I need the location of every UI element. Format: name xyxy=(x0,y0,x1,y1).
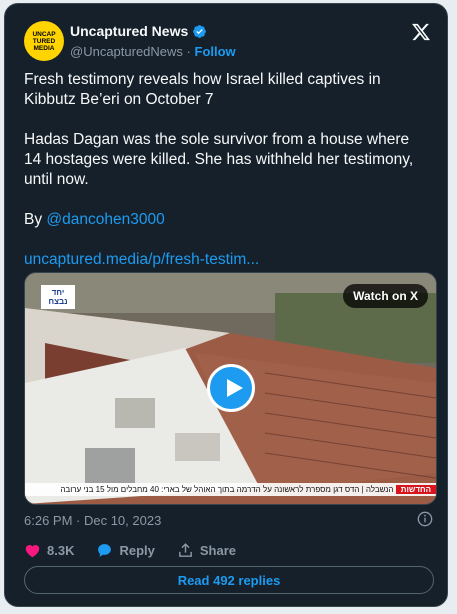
reply-bubble-icon xyxy=(98,544,112,557)
news-ticker: החדשות הנשבלה | הדס דגן מספרת לראשונה על… xyxy=(25,483,436,496)
play-button-icon[interactable] xyxy=(207,364,255,412)
video-thumbnail[interactable]: יחד נבצח Watch on X החדשות הנשבלה | הדס … xyxy=(24,272,437,505)
ticker-text: הנשבלה | הדס דגן מספרת לראשונה על הדרמה … xyxy=(60,485,394,494)
tweet-paragraph-1: Fresh testimony reveals how Israel kille… xyxy=(24,71,381,108)
reply-label: Reply xyxy=(119,543,155,558)
share-label: Share xyxy=(199,543,237,558)
author-name-row: Uncaptured News xyxy=(70,23,207,39)
mention-link[interactable]: @dancohen3000 xyxy=(46,211,164,228)
tweet-actions: 8.3K Reply Share xyxy=(24,542,258,559)
info-icon[interactable] xyxy=(417,511,433,527)
author-handle-row: @UncapturedNews · Follow xyxy=(70,44,236,59)
like-action[interactable]: 8.3K xyxy=(24,542,74,559)
tweet-text: Fresh testimony reveals how Israel kille… xyxy=(24,70,429,290)
tweet-byline: By @dancohen3000 xyxy=(24,210,429,230)
avatar-line-1: UNCAP xyxy=(32,30,56,38)
heart-icon xyxy=(25,545,40,558)
author-avatar[interactable]: UNCAP TURED MEDIA xyxy=(24,21,64,61)
x-logo-icon[interactable] xyxy=(411,22,431,42)
article-link[interactable]: uncaptured.media/p/fresh-testim... xyxy=(24,251,259,268)
avatar-line-3: MEDIA xyxy=(33,44,55,52)
tweet-paragraph-2: Hadas Dagan was the sole survivor from a… xyxy=(24,131,414,188)
byline-prefix: By xyxy=(24,211,47,228)
watch-on-x-badge[interactable]: Watch on X xyxy=(343,284,428,308)
follow-button[interactable]: Follow xyxy=(195,44,236,59)
like-count: 8.3K xyxy=(47,543,75,558)
channel-logo-line-2: נבצח xyxy=(48,297,68,306)
tweet-embed-card: UNCAP TURED MEDIA Uncaptured News @Uncap… xyxy=(4,3,448,607)
author-handle[interactable]: @UncapturedNews xyxy=(70,44,183,59)
read-replies-button[interactable]: Read 492 replies xyxy=(24,566,434,594)
ticker-brand: החדשות xyxy=(395,485,436,494)
avatar-line-2: TURED xyxy=(32,37,56,45)
share-action[interactable]: Share xyxy=(177,542,236,559)
reply-action[interactable]: Reply xyxy=(96,542,155,559)
tweet-timestamp[interactable]: 6:26 PM · Dec 10, 2023 xyxy=(24,513,161,528)
share-icon xyxy=(179,543,192,557)
channel-logo: יחד נבצח xyxy=(41,285,75,309)
channel-logo-line-1: יחד xyxy=(51,288,65,297)
tweet-link-paragraph: uncaptured.media/p/fresh-testim... xyxy=(24,250,429,270)
verified-badge-icon xyxy=(193,24,207,38)
separator-dot: · xyxy=(186,44,191,59)
author-name[interactable]: Uncaptured News xyxy=(70,23,188,39)
